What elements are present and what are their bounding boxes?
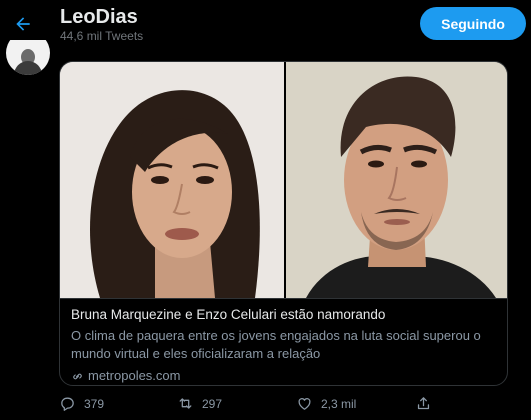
like-count: 2,3 mil xyxy=(321,396,357,411)
link-icon xyxy=(73,373,82,379)
link-preview-card[interactable]: Bruna Marquezine e Enzo Celulari estão n… xyxy=(59,61,508,386)
retweet-count: 297 xyxy=(202,396,223,411)
card-title: Bruna Marquezine e Enzo Celulari estão n… xyxy=(71,307,386,322)
card-media xyxy=(60,62,507,298)
like-button[interactable]: 2,3 mil xyxy=(296,395,356,412)
reply-count: 379 xyxy=(84,396,105,411)
card-image-right xyxy=(286,62,507,298)
card-domain-row: metropoles.com xyxy=(71,367,498,385)
card-text: Bruna Marquezine e Enzo Celulari estão n… xyxy=(60,298,507,385)
avatar[interactable] xyxy=(6,40,50,75)
profile-header: LeoDias 44,6 mil Tweets Seguindo xyxy=(0,0,531,50)
retweet-button[interactable]: 297 xyxy=(177,395,222,412)
reply-button[interactable]: 379 xyxy=(59,395,104,412)
back-arrow-icon xyxy=(16,17,30,31)
following-button[interactable]: Seguindo xyxy=(420,7,526,40)
card-description: O clima de paquera entre os jovens engaj… xyxy=(71,328,481,361)
tweet-count: 44,6 mil Tweets xyxy=(60,29,144,43)
back-button[interactable] xyxy=(8,9,38,39)
tweet-actions: 379 297 2,3 mil xyxy=(59,395,529,415)
share-icon xyxy=(417,397,430,410)
card-domain: metropoles.com xyxy=(88,368,181,383)
like-icon xyxy=(298,398,311,410)
reply-icon xyxy=(61,397,74,411)
share-button[interactable] xyxy=(415,395,432,412)
card-image-left xyxy=(60,62,284,298)
profile-name: LeoDias xyxy=(60,6,138,28)
retweet-icon xyxy=(179,398,192,409)
